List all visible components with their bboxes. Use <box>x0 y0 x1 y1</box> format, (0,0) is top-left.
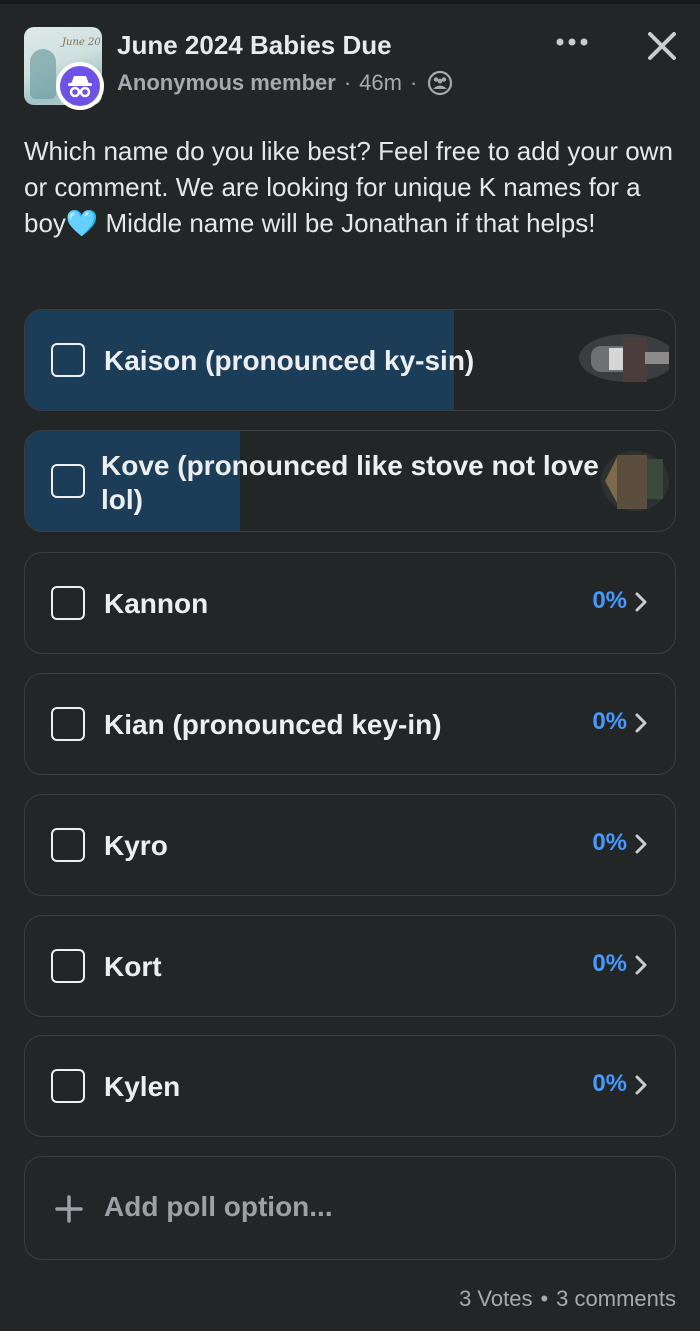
option-label: Kove (pronounced like stove not love lol… <box>101 450 599 515</box>
option-percent: 0% <box>592 708 627 735</box>
add-poll-option-label: Add poll option... <box>104 1191 333 1222</box>
anonymous-member-icon <box>56 62 104 110</box>
option-percent: 0% <box>592 829 627 856</box>
close-icon <box>648 32 676 60</box>
footer-separator: • <box>540 1286 549 1311</box>
option-checkbox[interactable] <box>51 949 85 983</box>
comments-count[interactable]: 3 comments <box>556 1286 676 1311</box>
option-label: Kylen <box>104 1071 181 1102</box>
option-label: Kyro <box>104 830 168 861</box>
chevron-right-icon <box>635 592 647 612</box>
post-header: June 20 June 2024 Babies Due Anonymous m… <box>24 26 676 110</box>
avatar-figure-art <box>30 49 56 99</box>
poll-option[interactable]: Kyro 0% <box>24 794 676 896</box>
more-options-button[interactable] <box>552 30 592 54</box>
post-time[interactable]: 46m <box>359 70 402 96</box>
option-checkbox[interactable] <box>51 343 85 377</box>
option-label: Kian (pronounced key-in) <box>104 709 442 740</box>
chevron-right-icon <box>635 834 647 854</box>
group-audience-icon <box>427 70 453 96</box>
top-divider <box>0 0 700 4</box>
close-button[interactable] <box>642 26 682 66</box>
chevron-right-icon <box>635 1075 647 1095</box>
option-checkbox[interactable] <box>51 828 85 862</box>
option-checkbox[interactable] <box>51 1069 85 1103</box>
option-label: Kannon <box>104 588 209 619</box>
group-name-link[interactable]: June 2024 Babies Due <box>117 30 392 61</box>
poll-option[interactable]: Kaison (pronounced ky-sin) <box>24 309 676 411</box>
chevron-right-icon <box>635 713 647 733</box>
add-poll-option-button[interactable]: Add poll option... <box>24 1156 676 1260</box>
author-name[interactable]: Anonymous member <box>117 70 336 96</box>
meta-separator: · <box>409 70 418 95</box>
post-meta: Anonymous member · 46m · <box>117 70 453 96</box>
option-checkbox[interactable] <box>51 464 85 498</box>
meta-separator: · <box>343 70 352 95</box>
poll-option[interactable]: Kannon 0% <box>24 552 676 654</box>
votes-count[interactable]: 3 Votes <box>459 1286 532 1311</box>
option-checkbox[interactable] <box>51 586 85 620</box>
voter-avatars <box>579 334 669 382</box>
option-percent: 0% <box>592 950 627 977</box>
option-checkbox[interactable] <box>51 707 85 741</box>
post-text: Which name do you like best? Feel free t… <box>24 136 673 238</box>
option-label: Kaison (pronounced ky-sin) <box>104 345 475 376</box>
poll-option[interactable]: Kort 0% <box>24 915 676 1017</box>
poll-option[interactable]: Kove (pronounced like stove not love lol… <box>24 430 676 532</box>
chevron-right-icon <box>635 955 647 975</box>
option-label: Kort <box>104 951 162 982</box>
post-footer: 3 Votes • 3 comments <box>459 1286 676 1312</box>
voter-avatars <box>601 451 669 511</box>
option-percent: 0% <box>592 587 627 614</box>
option-percent: 0% <box>592 1070 627 1097</box>
poll-option[interactable]: Kian (pronounced key-in) 0% <box>24 673 676 775</box>
avatar-script-art: June 20 <box>62 37 101 48</box>
poll-option[interactable]: Kylen 0% <box>24 1035 676 1137</box>
more-dots-icon <box>556 38 588 46</box>
plus-icon <box>55 1195 83 1223</box>
